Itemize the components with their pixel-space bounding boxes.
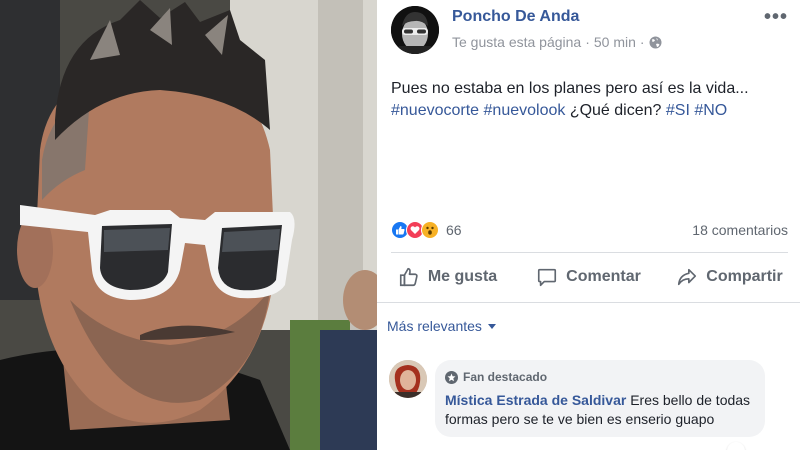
comment-button-label: Comentar — [566, 268, 641, 285]
comment-bubble-icon — [538, 268, 557, 287]
page-avatar[interactable] — [391, 6, 439, 54]
comments-sort-dropdown[interactable]: Más relevantes — [387, 318, 496, 334]
share-button[interactable]: Compartir — [659, 258, 800, 296]
share-arrow-icon — [678, 268, 697, 286]
wow-icon — [421, 221, 439, 239]
post-author-name[interactable]: Poncho De Anda — [452, 8, 579, 26]
globe-icon[interactable] — [649, 36, 662, 49]
post-text: Pues no estaba en los planes pero así es… — [391, 78, 786, 122]
hashtag-link[interactable]: #NO — [694, 102, 727, 119]
post-time[interactable]: 50 min — [594, 34, 636, 50]
post-options-button[interactable]: ••• — [764, 6, 788, 29]
post-panel: Poncho De Anda Te gusta esta página · 50… — [377, 0, 800, 450]
hashtag-link[interactable]: #nuevocorte — [391, 102, 479, 119]
commenter-avatar[interactable] — [389, 360, 427, 398]
comments-count-link[interactable]: 18 comentarios — [692, 222, 788, 238]
selfie-illustration — [0, 0, 377, 450]
post-message: Pues no estaba en los planes pero así es… — [391, 80, 749, 97]
post-question: ¿Qué dicen? — [569, 102, 662, 119]
commenter-name[interactable]: Mística Estrada de Saldivar — [445, 392, 626, 408]
like-button[interactable]: Me gusta — [377, 258, 518, 296]
top-fan-label: Fan destacado — [463, 370, 548, 384]
caret-down-icon — [487, 323, 496, 329]
comment-reaction-chip[interactable] — [727, 442, 745, 450]
action-bar: Me gusta Comentar Compartir — [377, 258, 800, 296]
divider — [391, 252, 788, 253]
comments-sort-label: Más relevantes — [387, 318, 482, 334]
hashtag-link[interactable]: #nuevolook — [484, 102, 566, 119]
follow-status[interactable]: Te gusta esta página — [452, 34, 581, 50]
post-photo[interactable] — [0, 0, 377, 450]
meta-separator: · — [585, 34, 590, 50]
reactions-count: 66 — [446, 222, 462, 238]
top-fan-icon — [445, 371, 458, 384]
comment-button[interactable]: Comentar — [518, 258, 659, 296]
reactions-summary[interactable]: 66 — [391, 220, 462, 240]
comment-bubble: Fan destacado Mística Estrada de Saldiva… — [435, 360, 765, 437]
divider — [377, 302, 800, 303]
post-meta: Te gusta esta página · 50 min · — [452, 34, 662, 50]
thumbs-up-icon — [399, 267, 418, 287]
like-button-label: Me gusta — [427, 268, 498, 285]
top-fan-badge: Fan destacado — [445, 368, 755, 387]
hashtag-link[interactable]: #SI — [666, 102, 690, 119]
meta-separator: · — [639, 34, 645, 50]
share-button-label: Compartir — [706, 268, 783, 285]
